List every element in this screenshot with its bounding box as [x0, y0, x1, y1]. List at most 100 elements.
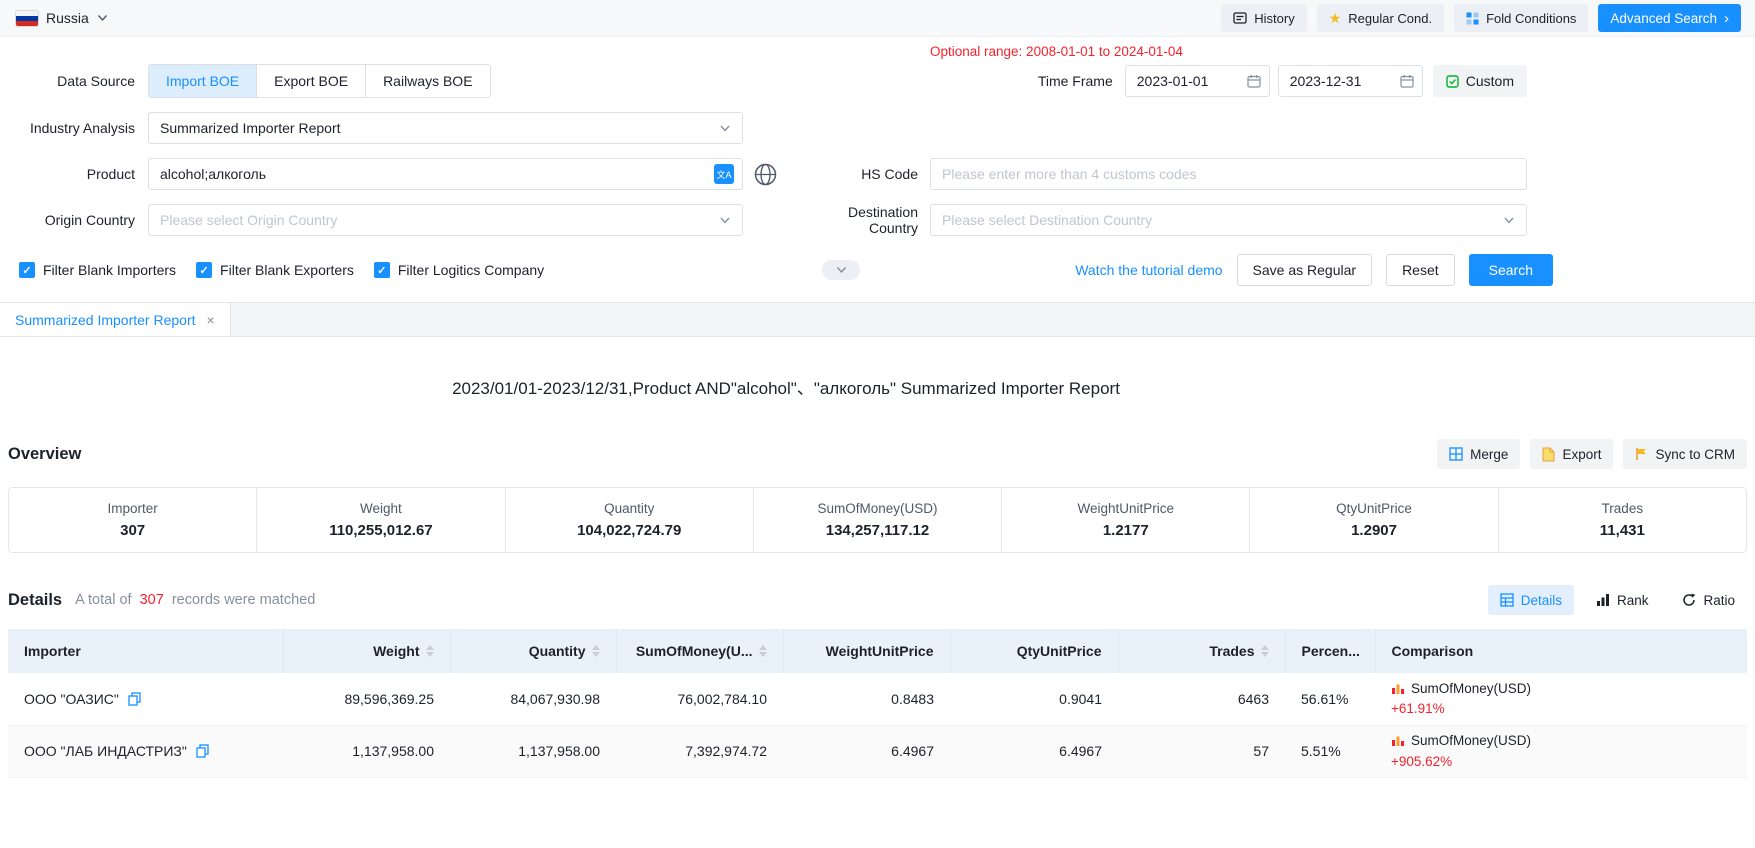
industry-analysis-select[interactable]: Summarized Importer Report: [148, 112, 743, 144]
copy-icon[interactable]: [128, 692, 141, 706]
translate-icon[interactable]: 文A: [714, 164, 734, 184]
tab-import-boe[interactable]: Import BOE: [149, 65, 256, 97]
overview-stats-bar: Importer 307 Weight 110,255,012.67 Quant…: [8, 487, 1747, 553]
destination-country-select[interactable]: Please select Destination Country: [930, 204, 1527, 236]
topbar: Russia History ★ Regular Cond. Fold Cond…: [0, 0, 1755, 37]
view-rank-button[interactable]: Rank: [1584, 585, 1661, 615]
export-file-icon: [1542, 447, 1555, 462]
stat-importer: Importer 307: [9, 488, 257, 552]
mini-chart-icon: [1391, 734, 1405, 747]
overview-actions: Merge Export Sync to CRM: [1437, 439, 1747, 469]
copy-icon[interactable]: [196, 744, 209, 758]
merge-icon: [1449, 447, 1463, 461]
sync-to-crm-button[interactable]: Sync to CRM: [1623, 439, 1747, 469]
trades-cell: 6463: [1118, 673, 1285, 725]
stat-label: Importer: [108, 501, 158, 516]
date-from-input[interactable]: [1126, 73, 1247, 89]
stat-value: 307: [120, 522, 145, 539]
hs-code-input[interactable]: [931, 166, 1526, 182]
chevron-right-icon: ›: [1724, 11, 1729, 26]
tutorial-link[interactable]: Watch the tutorial demo: [1075, 262, 1222, 278]
data-source-segmented: Import BOE Export BOE Railways BOE: [148, 64, 491, 98]
regular-cond-button[interactable]: ★ Regular Cond.: [1317, 4, 1444, 32]
view-ratio-button[interactable]: Ratio: [1670, 585, 1747, 615]
stat-value: 134,257,117.12: [826, 522, 929, 539]
weight-unit-price-cell: 6.4967: [783, 725, 950, 777]
tab-summarized-importer-report[interactable]: Summarized Importer Report ×: [0, 303, 231, 336]
checkbox-checked-icon[interactable]: ✓: [19, 262, 35, 278]
ratio-refresh-icon: [1682, 593, 1696, 607]
origin-country-select[interactable]: Please select Origin Country: [148, 204, 743, 236]
sort-icon[interactable]: [426, 645, 434, 657]
advanced-search-button[interactable]: Advanced Search ›: [1598, 4, 1741, 32]
language-globe-icon[interactable]: [753, 162, 778, 187]
col-importer: Importer: [8, 629, 283, 673]
merge-button[interactable]: Merge: [1437, 439, 1520, 469]
destination-country-label: Destination Country: [803, 204, 930, 236]
qty-unit-price-cell: 6.4967: [950, 725, 1118, 777]
tab-railways-boe[interactable]: Railways BOE: [365, 65, 489, 97]
date-to-input[interactable]: [1279, 73, 1400, 89]
export-button[interactable]: Export: [1530, 439, 1613, 469]
checkbox-checked-icon[interactable]: ✓: [374, 262, 390, 278]
sort-icon[interactable]: [1261, 645, 1269, 657]
save-as-regular-button[interactable]: Save as Regular: [1237, 254, 1373, 286]
chevron-down-icon: [719, 216, 731, 225]
date-from-field[interactable]: [1125, 65, 1270, 97]
product-input[interactable]: [149, 166, 714, 182]
sort-icon[interactable]: [592, 645, 600, 657]
custom-range-button[interactable]: Custom: [1433, 65, 1527, 97]
fold-conditions-button[interactable]: Fold Conditions: [1454, 4, 1588, 32]
stat-value: 1.2907: [1351, 522, 1397, 539]
reset-button[interactable]: Reset: [1386, 254, 1455, 286]
destination-country-group: Destination Country Please select Destin…: [803, 204, 1527, 236]
col-sum-of-money[interactable]: SumOfMoney(U...: [616, 629, 783, 673]
chevron-down-icon: [1503, 216, 1515, 225]
search-button[interactable]: Search: [1469, 254, 1553, 286]
search-actions: Watch the tutorial demo Save as Regular …: [1075, 254, 1553, 286]
importer-name[interactable]: ООО "ЛАБ ИНДАСТРИЗ": [24, 743, 187, 759]
col-trades[interactable]: Trades: [1118, 629, 1285, 673]
filter-blank-importers-checkbox[interactable]: ✓ Filter Blank Importers: [19, 262, 176, 278]
sort-icon[interactable]: [759, 645, 767, 657]
stat-quantity: Quantity 104,022,724.79: [506, 488, 754, 552]
tab-export-boe[interactable]: Export BOE: [256, 65, 365, 97]
filter-logistics-company-checkbox[interactable]: ✓ Filter Logitics Company: [374, 262, 544, 278]
stat-value: 1.2177: [1103, 522, 1149, 539]
match-summary: A total of 307 records were matched: [75, 592, 315, 608]
view-details-button[interactable]: Details: [1488, 585, 1574, 615]
product-field[interactable]: 文A: [148, 158, 743, 190]
filter-blank-exporters-checkbox[interactable]: ✓ Filter Blank Exporters: [196, 262, 354, 278]
col-quantity[interactable]: Quantity: [450, 629, 616, 673]
row-product-hscode: Product 文A HS Code: [0, 158, 1755, 190]
history-button[interactable]: History: [1221, 4, 1306, 32]
col-weight[interactable]: Weight: [283, 629, 450, 673]
close-icon[interactable]: ×: [207, 313, 215, 327]
filter-blank-exporters-label: Filter Blank Exporters: [220, 262, 354, 278]
match-suffix: records were matched: [172, 592, 315, 608]
comparison-metric: SumOfMoney(USD): [1411, 680, 1531, 698]
quantity-cell: 84,067,930.98: [450, 673, 616, 725]
comparison-change: +61.91%: [1391, 700, 1731, 718]
hs-code-field[interactable]: [930, 158, 1527, 190]
weight-unit-price-cell: 0.8483: [783, 673, 950, 725]
report-title: 2023/01/01-2023/12/31,Product AND"alcoho…: [0, 374, 1572, 399]
calendar-icon: [1400, 74, 1414, 88]
row-industry-analysis: Industry Analysis Summarized Importer Re…: [0, 112, 1755, 144]
stat-trades: Trades 11,431: [1499, 488, 1746, 552]
stat-weight: Weight 110,255,012.67: [257, 488, 505, 552]
country-selector[interactable]: Russia: [16, 10, 108, 26]
collapse-conditions-toggle[interactable]: [822, 260, 860, 280]
col-percentage: Percen...: [1285, 629, 1375, 673]
sync-to-crm-label: Sync to CRM: [1655, 447, 1735, 462]
checkbox-checked-icon[interactable]: ✓: [196, 262, 212, 278]
qty-unit-price-cell: 0.9041: [950, 673, 1118, 725]
comparison-cell: SumOfMoney(USD) +61.91%: [1375, 673, 1747, 725]
stat-value: 11,431: [1600, 522, 1645, 539]
importer-name[interactable]: ООО "ОАЗИС": [24, 691, 119, 707]
stat-label: WeightUnitPrice: [1077, 501, 1174, 516]
date-to-field[interactable]: [1278, 65, 1423, 97]
row-countries: Origin Country Please select Origin Coun…: [0, 204, 1755, 236]
custom-icon: [1446, 75, 1459, 88]
stat-weight-unit-price: WeightUnitPrice 1.2177: [1002, 488, 1250, 552]
